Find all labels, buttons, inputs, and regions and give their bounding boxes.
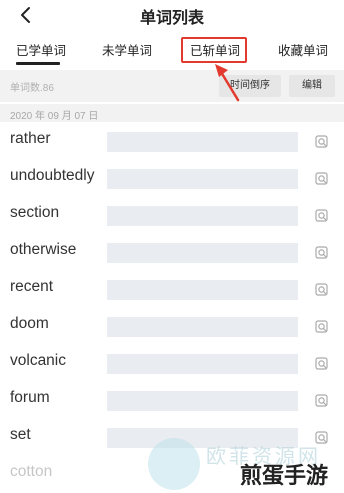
edit-button[interactable]: 编辑 — [289, 75, 335, 97]
watermark-brand-text: 煎蛋手游 — [240, 464, 329, 489]
meaning-mask[interactable] — [107, 317, 298, 337]
tab-unlearned[interactable]: 未学单词 — [102, 40, 152, 59]
word-text: volcanic — [10, 352, 66, 369]
page-title: 单词列表 — [139, 10, 204, 27]
word-text: recent — [10, 278, 54, 295]
word-text: rather — [10, 130, 51, 147]
word-row[interactable]: recent — [0, 270, 344, 307]
meaning-mask[interactable] — [107, 391, 298, 411]
tab-bar: 已学单词 未学单词 已斩单词 收藏单词 — [0, 34, 344, 65]
word-count: 单词数.86 — [10, 83, 54, 94]
highlight-box — [181, 37, 247, 63]
word-text: cotton — [10, 463, 53, 480]
word-text: otherwise — [10, 241, 77, 258]
word-text: set — [10, 426, 31, 443]
watermark-logo — [148, 438, 200, 490]
search-sound-icon[interactable] — [315, 135, 329, 149]
tab-learned[interactable]: 已学单词 — [16, 40, 66, 59]
word-row[interactable]: forum — [0, 381, 344, 418]
meaning-mask[interactable] — [107, 280, 298, 300]
search-sound-icon[interactable] — [315, 283, 329, 297]
word-row[interactable]: otherwise — [0, 233, 344, 270]
word-row[interactable]: rather — [0, 122, 344, 159]
header: 单词列表 — [0, 0, 344, 30]
meaning-mask[interactable] — [107, 169, 298, 189]
date-label: 2020 年 09 月 07 日 — [10, 111, 99, 122]
word-row[interactable]: volcanic — [0, 344, 344, 381]
search-sound-icon[interactable] — [315, 394, 329, 408]
date-header: 2020 年 09 月 07 日 — [0, 104, 344, 122]
list-toolbar: 单词数.86 时间倒序 编辑 — [0, 70, 344, 102]
search-sound-icon[interactable] — [315, 320, 329, 334]
meaning-mask[interactable] — [107, 243, 298, 263]
watermark: 欧菲资源网 煎蛋手游 — [148, 438, 340, 490]
word-text: section — [10, 204, 60, 221]
meaning-mask[interactable] — [107, 132, 298, 152]
word-row[interactable]: doom — [0, 307, 344, 344]
meaning-mask[interactable] — [107, 206, 298, 226]
search-sound-icon[interactable] — [315, 357, 329, 371]
tab-favorites[interactable]: 收藏单词 — [278, 40, 328, 59]
word-row[interactable]: undoubtedly — [0, 159, 344, 196]
meaning-mask[interactable] — [107, 354, 298, 374]
search-sound-icon[interactable] — [315, 246, 329, 260]
search-sound-icon[interactable] — [315, 172, 329, 186]
word-text: doom — [10, 315, 49, 332]
word-text: forum — [10, 389, 50, 406]
active-tab-indicator — [16, 62, 60, 65]
search-sound-icon[interactable] — [315, 209, 329, 223]
word-row[interactable]: section — [0, 196, 344, 233]
sort-button[interactable]: 时间倒序 — [219, 75, 281, 97]
word-text: undoubtedly — [10, 167, 95, 184]
